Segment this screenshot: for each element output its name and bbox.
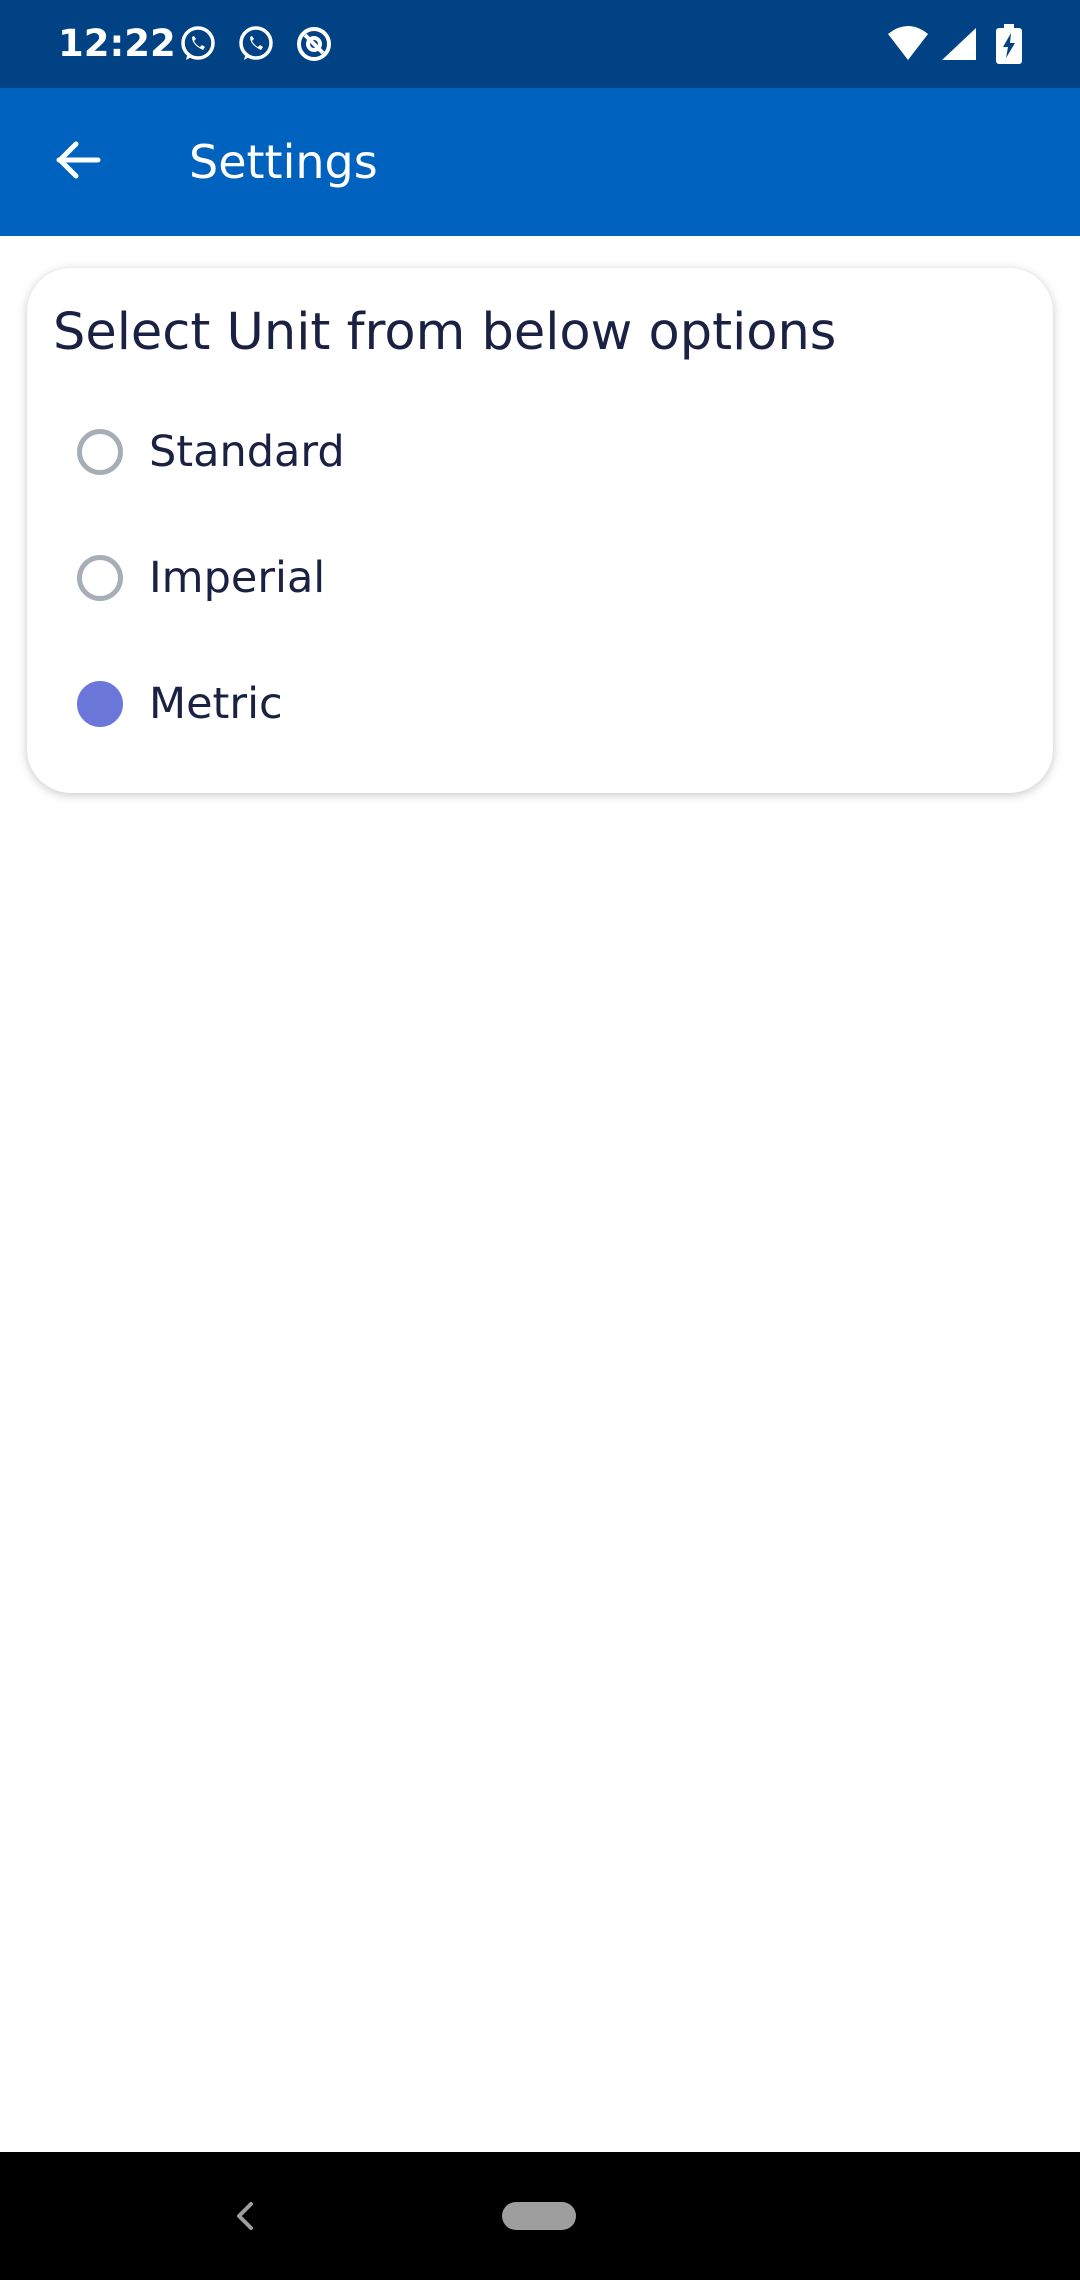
status-bar: 12:22 bbox=[0, 0, 1080, 88]
radio-option-imperial[interactable]: Imperial bbox=[77, 530, 1017, 626]
status-time: 12:22 bbox=[58, 22, 176, 65]
wifi-icon bbox=[886, 24, 930, 64]
app-bar: Settings bbox=[0, 88, 1080, 236]
radio-label-imperial: Imperial bbox=[149, 553, 326, 603]
radio-label-standard: Standard bbox=[149, 427, 345, 477]
back-button[interactable] bbox=[34, 118, 122, 206]
whatsapp-icon bbox=[236, 24, 276, 64]
navigation-bar bbox=[0, 2152, 1080, 2280]
page-title: Settings bbox=[189, 135, 378, 189]
radio-label-metric: Metric bbox=[149, 679, 283, 729]
radio-button-metric[interactable] bbox=[77, 681, 123, 727]
whatsapp-icon bbox=[178, 24, 218, 64]
radio-button-imperial[interactable] bbox=[77, 555, 123, 601]
arrow-left-icon bbox=[55, 140, 101, 184]
radio-button-standard[interactable] bbox=[77, 429, 123, 475]
battery-charging-icon bbox=[996, 24, 1022, 64]
at-sign-icon bbox=[294, 24, 334, 64]
signal-icon bbox=[940, 24, 980, 64]
card-heading: Select Unit from below options bbox=[53, 303, 837, 362]
radio-option-metric[interactable]: Metric bbox=[77, 656, 1017, 752]
nav-back-icon[interactable] bbox=[225, 2188, 265, 2244]
home-pill-icon[interactable] bbox=[502, 2202, 576, 2230]
radio-option-standard[interactable]: Standard bbox=[77, 404, 1017, 500]
unit-selection-card: Select Unit from below options Standard … bbox=[27, 268, 1053, 793]
